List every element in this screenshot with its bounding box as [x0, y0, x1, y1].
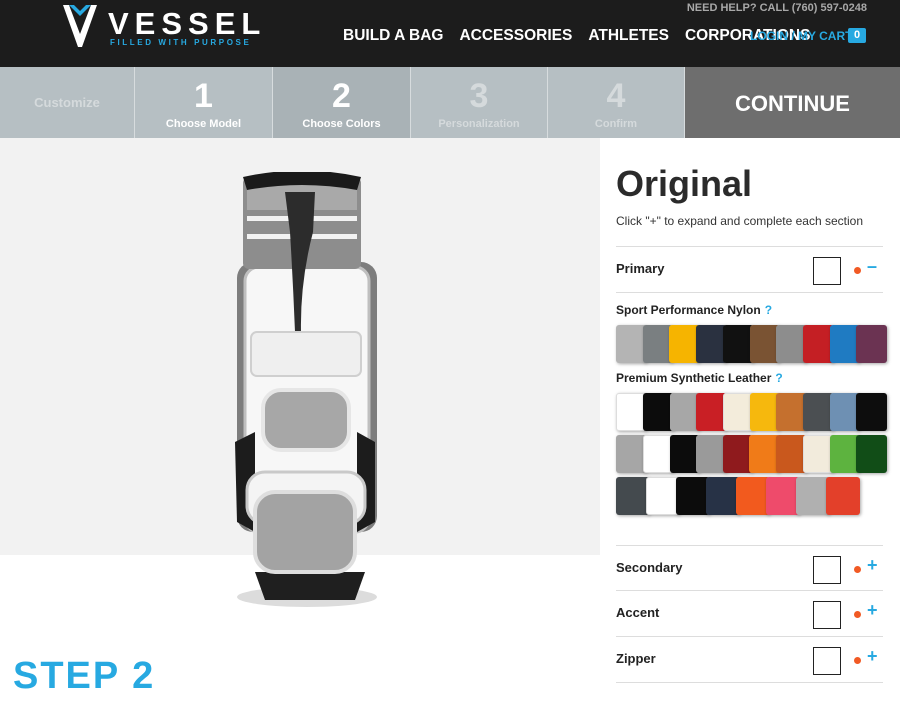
step-label: Confirm — [594, 118, 638, 130]
color-swatch[interactable] — [646, 477, 680, 515]
color-swatch[interactable] — [826, 477, 860, 515]
model-title: Original — [616, 163, 753, 204]
color-swatch[interactable] — [706, 477, 740, 515]
color-swatch[interactable] — [856, 393, 887, 431]
color-swatch[interactable] — [642, 435, 674, 473]
nav-athletes[interactable]: ATHLETES — [588, 27, 669, 45]
color-swatch[interactable] — [616, 477, 650, 515]
nav-accessories[interactable]: ACCESSORIES — [459, 27, 572, 45]
step-number: 1 — [194, 77, 213, 115]
section-label: Primary — [616, 261, 665, 276]
section-zipper[interactable]: Zipper + — [616, 637, 883, 683]
step-2-badge: STEP 2 — [13, 655, 156, 697]
required-indicator-icon — [854, 657, 861, 664]
required-indicator-icon — [854, 611, 861, 618]
color-swatch[interactable] — [642, 393, 674, 431]
section-secondary[interactable]: Secondary + — [616, 545, 883, 591]
color-swatch[interactable] — [736, 477, 770, 515]
material-name: Premium Synthetic Leather — [616, 371, 772, 385]
progress-steps: Customize 1 Choose Model 2 Choose Colors… — [0, 67, 900, 147]
login-cart-link[interactable]: LOGIN / MY CART — [750, 29, 852, 43]
leather-swatch-row — [616, 477, 883, 515]
step-number: 4 — [606, 77, 626, 115]
help-phone-text[interactable]: NEED HELP? CALL (760) 597-0248 — [687, 2, 867, 14]
step-number: 3 — [469, 77, 489, 115]
site-header: VESSEL FILLED WITH PURPOSE NEED HELP? CA… — [0, 0, 900, 67]
step-confirm[interactable]: 4 Confirm — [548, 67, 685, 138]
material-title-leather: Premium Synthetic Leather? — [616, 371, 883, 385]
step-choose-model[interactable]: 1 Choose Model — [135, 67, 273, 138]
color-options-panel: Original Click "+" to expand and complet… — [616, 160, 888, 683]
color-swatch[interactable] — [856, 325, 888, 363]
help-question-icon[interactable]: ? — [765, 303, 772, 317]
step-personalization[interactable]: 3 Personalization — [411, 67, 548, 138]
nylon-swatch-row — [616, 325, 888, 363]
color-swatch[interactable] — [722, 325, 754, 363]
section-label: Secondary — [616, 560, 683, 575]
help-question-icon[interactable]: ? — [775, 371, 782, 385]
color-swatch[interactable] — [766, 477, 800, 515]
golf-bag-preview-image — [235, 172, 377, 607]
step-customize-label: Customize — [34, 95, 100, 110]
vessel-logo-mark-icon — [63, 5, 97, 47]
section-label: Zipper — [616, 651, 656, 666]
continue-button[interactable]: CONTINUE — [685, 67, 900, 138]
required-indicator-icon — [854, 267, 861, 274]
vessel-logo[interactable]: VESSEL FILLED WITH PURPOSE — [60, 2, 260, 52]
leather-swatch-row — [616, 393, 887, 431]
section-primary[interactable]: Primary – — [616, 247, 883, 293]
material-name: Sport Performance Nylon — [616, 303, 761, 317]
panel-instructions: Click "+" to expand and complete each se… — [616, 214, 883, 247]
color-swatch[interactable] — [796, 477, 830, 515]
selected-color-box — [813, 647, 841, 675]
step-label: Personalization — [438, 118, 520, 130]
nav-build-a-bag[interactable]: BUILD A BAG — [343, 27, 443, 45]
selected-color-box — [813, 556, 841, 584]
section-label: Accent — [616, 605, 660, 620]
logo-tagline: FILLED WITH PURPOSE — [110, 38, 252, 47]
selected-color-box — [813, 257, 841, 285]
required-indicator-icon — [854, 566, 861, 573]
expand-toggle-icon[interactable]: + — [867, 555, 878, 576]
color-swatch[interactable] — [676, 477, 710, 515]
expand-toggle-icon[interactable]: + — [867, 646, 878, 667]
collapse-toggle-icon[interactable]: – — [867, 256, 877, 277]
step-label: Choose Model — [165, 118, 242, 130]
selected-color-box — [813, 601, 841, 629]
step-label: Choose Colors — [302, 118, 381, 130]
logo-wordmark: VESSEL — [108, 6, 267, 41]
cart-count-badge[interactable]: 0 — [848, 28, 866, 43]
step-choose-colors[interactable]: 2 Choose Colors — [273, 67, 411, 147]
section-accent[interactable]: Accent + — [616, 591, 883, 637]
step-customize: Customize — [0, 67, 135, 138]
color-swatch[interactable] — [856, 435, 887, 473]
step-number: 2 — [332, 77, 351, 115]
material-title-nylon: Sport Performance Nylon? — [616, 303, 883, 317]
leather-swatch-row — [616, 435, 887, 473]
expand-toggle-icon[interactable]: + — [867, 600, 878, 621]
